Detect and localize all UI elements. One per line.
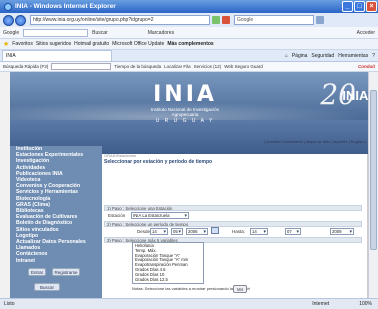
signin-link[interactable]: Acceder (357, 30, 375, 36)
submit-button[interactable]: Ver (233, 285, 247, 293)
window-title-bar: INIA - Windows Internet Explorer _ □ × (0, 0, 378, 13)
minimize-button[interactable]: _ (342, 1, 353, 12)
favorite-item[interactable]: Hotmail gratuito (74, 41, 109, 47)
logo-subtitle: Instituto Nacional de Investigación Agro… (150, 107, 220, 117)
hasta-year-select[interactable]: 2009 (330, 228, 354, 235)
hasta-day-select[interactable]: 14 (250, 228, 268, 235)
address-bar[interactable]: http://www.inia.org.uy/online/site/grupo… (30, 15, 210, 25)
desde-day-select[interactable]: 14 (150, 228, 168, 235)
favorites-label[interactable]: Favoritos (12, 41, 33, 47)
quick-search-field[interactable] (51, 63, 112, 70)
search-time-button[interactable]: Tiempo de la búsqueda (114, 64, 161, 69)
home-icon[interactable]: ⌂ (285, 53, 288, 59)
search-input[interactable]: Google (234, 15, 314, 25)
logo-text: INIA (153, 82, 217, 107)
favorite-item[interactable]: Más complementos (167, 41, 213, 47)
variable-option[interactable]: Grados Días 12.5 (135, 277, 201, 283)
register-button[interactable]: Registrarse (52, 268, 80, 276)
address-row: http://www.inia.org.uy/online/site/grupo… (0, 13, 378, 27)
zoom-level[interactable]: 100% (359, 301, 372, 307)
google-toolbar: Google Buscar Marcadores Acceder (0, 27, 378, 39)
conduit-logo: Conduit (358, 64, 375, 69)
window-title: INIA - Windows Internet Explorer (15, 3, 116, 10)
variables-listbox[interactable]: Heliofanía Temp. Máx. Evaporación Tanque "… (132, 242, 204, 284)
estacion-select[interactable]: INIA La Estanzuela (131, 212, 189, 219)
quick-search-label: Búsqueda Rápida (F3) (3, 64, 49, 69)
status-bar: Listo Internet 100% (0, 298, 378, 309)
maximize-button[interactable]: □ (354, 1, 365, 12)
calendar-icon[interactable] (211, 227, 219, 234)
step2-header: 2) Paso : Seleccione un período de tiemp… (104, 221, 362, 227)
anniversary-brand: INIA (342, 88, 368, 103)
enter-button[interactable]: Entrar (28, 268, 46, 276)
internet-zone: Internet (312, 301, 330, 307)
bookmarks-button[interactable]: Marcadores (148, 30, 174, 36)
security-menu[interactable]: Seguridad (311, 53, 334, 59)
addon-toolbar: Búsqueda Rápida (F3) Tiempo de la búsque… (0, 62, 378, 72)
tools-menu[interactable]: Herramientas (338, 53, 368, 59)
google-label: Google (3, 29, 20, 36)
estacion-label: Estación (108, 213, 126, 218)
hasta-month-select[interactable]: 07 (285, 228, 301, 235)
scrollbar-thumb[interactable] (370, 90, 377, 250)
google-search-button[interactable]: Buscar (92, 30, 108, 36)
page-title: Seleccionar por estación y período de ti… (104, 159, 213, 165)
search-icon[interactable] (316, 16, 324, 24)
tab-row: INIA ⌂ Página Seguridad Herramientas ? (0, 50, 378, 62)
refresh-icon[interactable] (212, 16, 220, 24)
stop-icon[interactable] (222, 16, 230, 24)
google-search-field[interactable] (23, 28, 89, 37)
locate-row-button[interactable]: Localizar Fila (164, 64, 191, 69)
step1-header: 1) Paso : Seleccione una Estación (104, 205, 362, 211)
top-links[interactable]: | Acceder Contraseña | Mapa de sitio | I… (205, 139, 366, 144)
breadcrumb[interactable]: GRAS/Estaciones (104, 153, 136, 158)
desde-year-select[interactable]: 2006 (186, 228, 208, 235)
command-bar: ⌂ Página Seguridad Herramientas ? (285, 53, 378, 59)
sidebar-menu-item[interactable]: Intranet (16, 258, 100, 264)
favorite-item[interactable]: Sitios sugeridos (36, 41, 71, 47)
search-button[interactable]: Buscar (34, 283, 60, 291)
inia-logo[interactable]: INIA Instituto Nacional de Investigación… (145, 82, 225, 124)
page-menu[interactable]: Página (292, 53, 308, 59)
close-button[interactable]: × (366, 1, 377, 12)
ie-icon (4, 2, 12, 11)
sidebar-menu: Institución Estaciones Experimentales Inve… (16, 146, 100, 264)
help-icon[interactable]: ? (372, 53, 375, 59)
scrollbar[interactable] (368, 72, 378, 298)
back-icon[interactable] (3, 14, 14, 26)
hasta-label: Hasta: (232, 229, 246, 234)
favorites-star-icon[interactable]: ★ (3, 40, 9, 48)
forward-icon[interactable] (15, 14, 26, 26)
desde-month-select[interactable]: 05 (171, 228, 183, 235)
logo-country: U R U G U A Y (155, 118, 215, 124)
status-text: Listo (4, 301, 15, 307)
favorite-item[interactable]: Microsoft Office Update (112, 41, 164, 47)
services-button[interactable]: Servicios (12) (194, 64, 222, 69)
web-guard-button[interactable]: Web Seguro Guard (224, 64, 263, 69)
anniversary-logo: 20 INIA (320, 78, 368, 111)
favorites-bar: ★ Favoritos Sitios sugeridos Hotmail gra… (0, 39, 378, 50)
tab-inia[interactable]: INIA (2, 50, 112, 61)
